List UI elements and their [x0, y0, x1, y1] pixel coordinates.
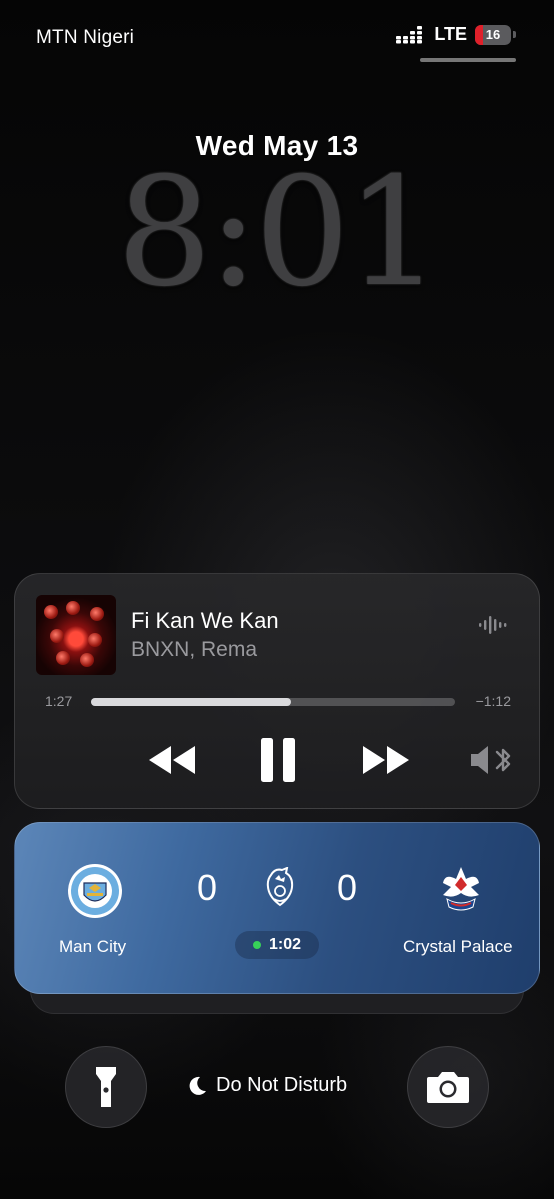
fast-forward-button[interactable] — [359, 740, 413, 780]
flashlight-button[interactable] — [65, 1046, 147, 1128]
premier-league-icon — [266, 867, 294, 907]
home-team-score: 0 — [196, 867, 218, 908]
camera-icon — [427, 1072, 469, 1103]
playback-progress-bar[interactable] — [91, 698, 455, 706]
cellular-signal-icon — [396, 25, 423, 43]
away-team-name: Crystal Palace — [403, 937, 513, 956]
battery-tip — [513, 31, 516, 38]
battery-level: 16 — [485, 27, 501, 42]
waveform-icon — [479, 616, 507, 634]
fast-forward-icon — [363, 746, 409, 774]
pause-button[interactable] — [255, 734, 301, 786]
man-city-crest-icon — [68, 864, 122, 918]
song-title[interactable]: Fi Kan We Kan — [131, 608, 279, 634]
rewind-button[interactable] — [145, 740, 199, 780]
rewind-icon — [149, 746, 195, 774]
focus-mode-label: Do Not Disturb — [216, 1074, 348, 1096]
now-playing-widget[interactable]: Fi Kan We Kan BNXN, Rema 1:27 −1:12 — [14, 573, 540, 809]
away-team-score: 0 — [336, 867, 358, 908]
playback-progress-fill — [91, 698, 292, 706]
audio-output-button[interactable] — [467, 742, 515, 778]
remaining-time: −1:12 — [475, 693, 511, 709]
album-artwork[interactable] — [36, 595, 116, 675]
status-indicators: LTE 16 — [396, 24, 516, 45]
focus-mode-indicator[interactable]: Do Not Disturb — [186, 1074, 347, 1097]
lock-screen-clock[interactable]: 8:01 — [0, 158, 554, 308]
match-clock-value: 1:02 — [268, 936, 302, 953]
moon-icon — [189, 1076, 206, 1095]
pause-icon — [261, 738, 295, 782]
match-clock: 1:02 — [235, 931, 319, 959]
crystal-palace-crest-icon — [443, 867, 479, 911]
notification-pull-indicator[interactable] — [420, 58, 516, 62]
live-indicator — [252, 941, 261, 949]
home-team-name: Man City — [59, 937, 127, 956]
song-artist[interactable]: BNXN, Rema — [131, 638, 257, 662]
carrier-name: MTN Nigeri — [36, 27, 135, 48]
flashlight-icon — [96, 1067, 116, 1107]
network-type: LTE — [434, 24, 467, 44]
battery-fill — [475, 24, 483, 45]
elapsed-time: 1:27 — [45, 693, 73, 709]
camera-button[interactable] — [407, 1046, 489, 1128]
battery-icon: 16 — [475, 24, 511, 45]
speaker-bluetooth-icon — [471, 746, 511, 774]
live-score-activity[interactable]: Man City 0 0 1:02 Crystal Palace — [14, 822, 540, 994]
